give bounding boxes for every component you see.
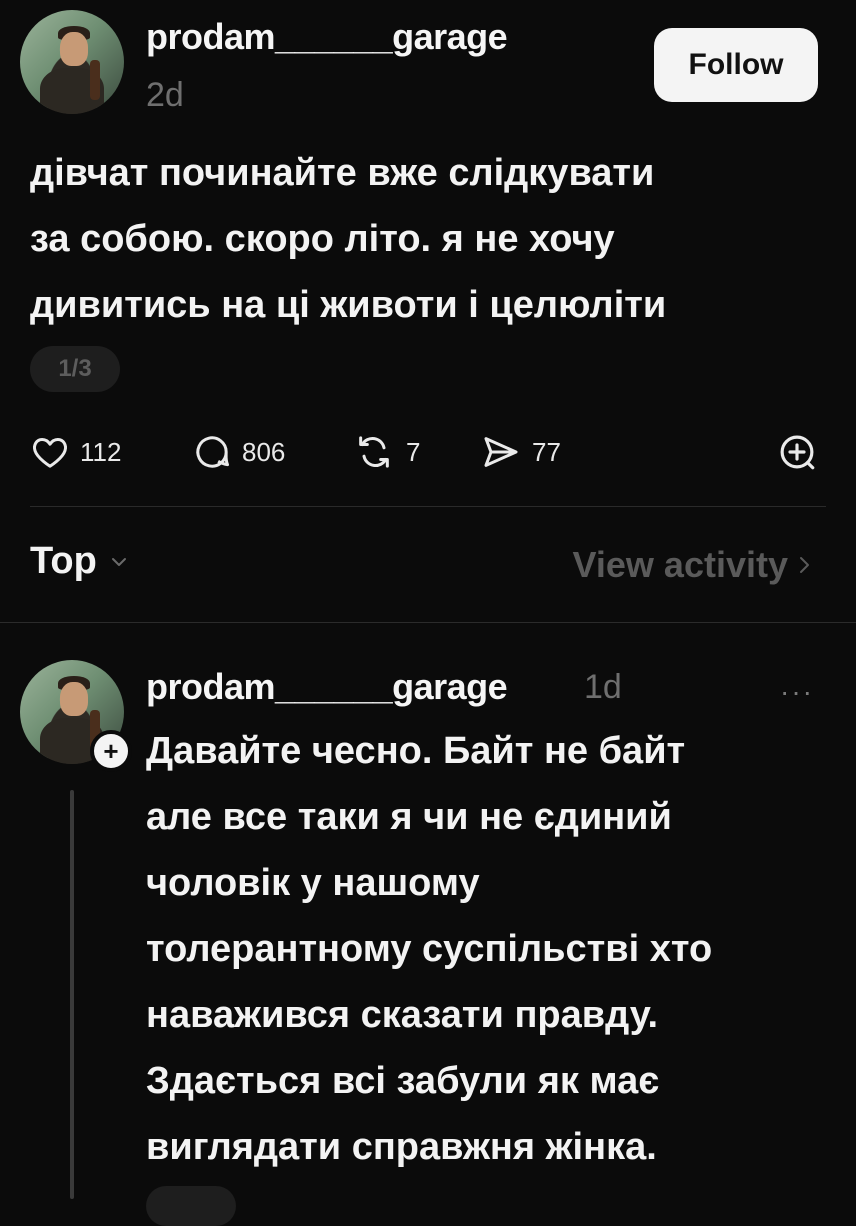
reply-text-line: виглядати справжня жінка. (146, 1126, 657, 1168)
section-divider (0, 622, 856, 623)
sort-dropdown[interactable]: Top (30, 540, 131, 583)
share-count: 77 (532, 436, 561, 467)
reply-page-indicator (146, 1186, 236, 1226)
chevron-right-icon (800, 557, 809, 573)
avatar-bottle (90, 60, 100, 100)
view-activity-link[interactable]: View activity (573, 544, 812, 586)
page-indicator: 1/3 (30, 346, 120, 392)
chevron-down-icon (111, 557, 126, 566)
post-username[interactable]: prodam______garage (146, 16, 508, 58)
post-text: дівчат починайте вже слідкувати за собою… (30, 140, 666, 338)
repost-button[interactable]: 7 (352, 428, 420, 476)
repost-count: 7 (406, 436, 421, 467)
post-text-line: за собою. скоро літо. я не хочу (30, 218, 615, 260)
avatar-face (60, 32, 88, 66)
main-post: prodam______garage 2d Follow дівчат почи… (0, 0, 856, 620)
follow-plus-icon[interactable]: + (90, 730, 132, 772)
comment-bubble-icon (196, 436, 229, 468)
reply-text-line: Здається всі забули як має (146, 1060, 660, 1102)
reply-text-line: толерантному суспільстві хто (146, 928, 713, 970)
sort-label: Top (30, 540, 97, 582)
post-time: 2d (146, 76, 184, 114)
save-button[interactable] (776, 428, 818, 476)
follow-button[interactable]: Follow (654, 28, 818, 102)
send-icon (484, 437, 518, 467)
more-options-icon[interactable]: ··· (780, 676, 814, 708)
reply-text-line: але все таки я чи не єдиний (146, 796, 672, 838)
avatar-face (60, 682, 88, 716)
heart-icon (33, 438, 67, 468)
reply-text: Давайте чесно. Байт не байт але все таки… (146, 718, 712, 1180)
comment-count: 806 (242, 436, 286, 467)
repost-icon (359, 436, 389, 468)
like-count: 112 (80, 436, 122, 467)
avatar[interactable] (20, 10, 124, 114)
reply-time: 1d (584, 668, 622, 706)
share-button[interactable]: 77 (480, 428, 561, 476)
reply-text-line: чоловік у нашому (146, 862, 480, 904)
post-text-line: дивитись на ці животи і целюліти (30, 284, 667, 326)
add-circle-icon (780, 435, 815, 470)
reply-text-line: наважився сказати правду. (146, 994, 659, 1036)
thread-line (70, 790, 74, 1199)
divider (30, 506, 826, 507)
like-button[interactable]: 112 (30, 428, 121, 476)
post-text-line: дівчат починайте вже слідкувати (30, 152, 655, 194)
reply-username[interactable]: prodam______garage (146, 666, 508, 708)
comment-button[interactable]: 806 (192, 428, 285, 476)
view-activity-label: View activity (572, 544, 788, 585)
reply-text-line: Давайте чесно. Байт не байт (146, 730, 686, 772)
